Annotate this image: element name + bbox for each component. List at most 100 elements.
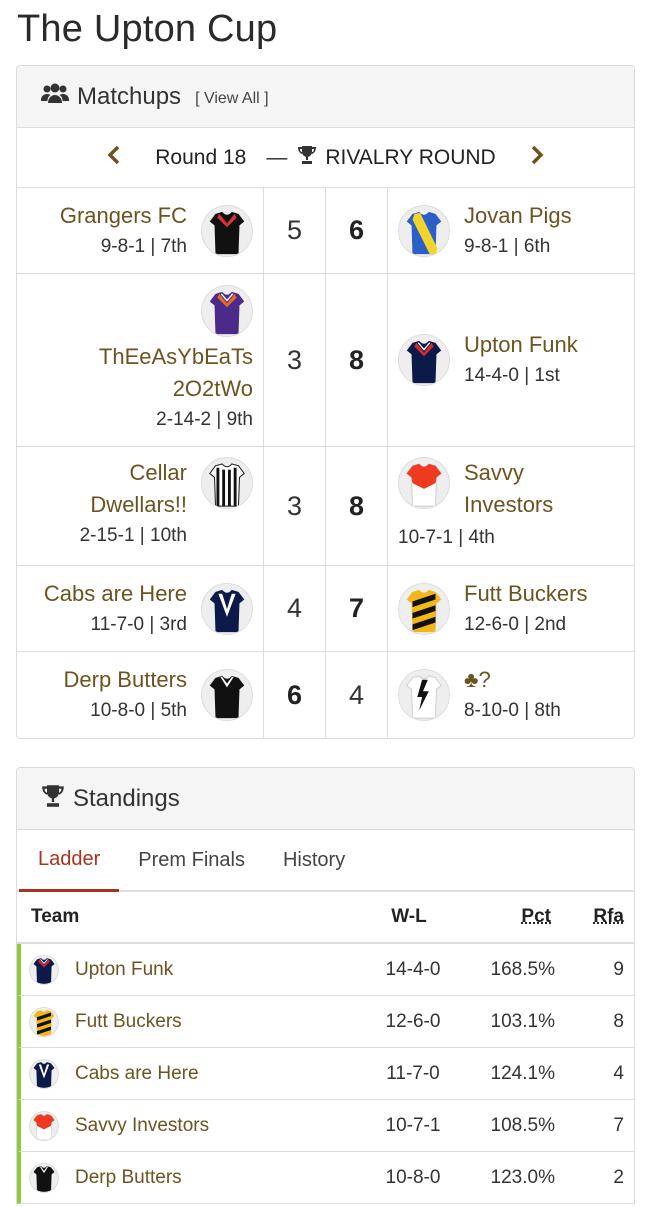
away-team-record: 12-6-0 | 2nd xyxy=(464,610,587,640)
home-team[interactable]: Cellar Dwellars!! 2-15-1 | 10th xyxy=(17,447,264,565)
guernsey-icon xyxy=(29,955,59,985)
away-team-record: 9-8-1 | 6th xyxy=(464,232,572,262)
round-name: RIVALRY ROUND xyxy=(325,146,495,170)
home-score: 4 xyxy=(264,566,326,651)
ladder-wl: 10-8-0 xyxy=(361,1167,465,1189)
ladder-team-cell[interactable]: Derp Butters xyxy=(21,1163,361,1193)
column-wl[interactable]: W-L xyxy=(357,906,461,928)
away-team-name[interactable]: ♣? xyxy=(464,664,561,696)
home-score: 5 xyxy=(264,188,326,273)
guernsey-icon xyxy=(29,1111,59,1141)
standings-header: Standings xyxy=(17,768,634,830)
ladder-team-name[interactable]: Futt Buckers xyxy=(75,1011,182,1033)
matchups-panel: Matchups [ View All ] Round 18 — RIVALRY… xyxy=(16,65,635,739)
column-team[interactable]: Team xyxy=(17,906,357,928)
ladder-wl: 14-4-0 xyxy=(361,959,465,981)
round-label: Round 18 xyxy=(155,146,246,170)
view-all-link[interactable]: [ View All ] xyxy=(195,90,269,108)
guernsey-icon xyxy=(398,205,450,257)
home-score: 6 xyxy=(264,652,326,738)
home-team-name[interactable]: ThEeAsYbEaTs 2O2tWo xyxy=(73,341,253,405)
ladder-rfa: 9 xyxy=(569,959,634,981)
ladder-wl: 12-6-0 xyxy=(361,1011,465,1033)
matchups-header: Matchups [ View All ] xyxy=(17,66,634,128)
ladder-rfa: 4 xyxy=(569,1063,634,1085)
away-team[interactable]: ♣? 8-10-0 | 8th xyxy=(388,652,634,738)
home-team[interactable]: Derp Butters 10-8-0 | 5th xyxy=(17,652,264,738)
ladder-wl: 11-7-0 xyxy=(361,1063,465,1085)
ladder-wl: 10-7-1 xyxy=(361,1115,465,1137)
home-team-name[interactable]: Grangers FC xyxy=(60,200,187,232)
matchup-row[interactable]: Derp Butters 10-8-0 | 5th 6 4 ♣? 8-10-0 … xyxy=(17,652,634,738)
matchup-row[interactable]: ThEeAsYbEaTs 2O2tWo 2-14-2 | 9th 3 8 Upt… xyxy=(17,274,634,447)
away-team-name[interactable]: Upton Funk xyxy=(464,329,578,361)
home-score: 3 xyxy=(264,274,326,446)
ladder-team-cell[interactable]: Futt Buckers xyxy=(21,1007,361,1037)
matchup-row[interactable]: Grangers FC 9-8-1 | 7th 5 6 Jovan Pigs 9… xyxy=(17,188,634,274)
table-row[interactable]: Futt Buckers 12-6-0 103.1% 8 xyxy=(17,996,634,1048)
column-pct[interactable]: Pct xyxy=(461,906,565,928)
ladder-rfa: 7 xyxy=(569,1115,634,1137)
home-team[interactable]: Grangers FC 9-8-1 | 7th xyxy=(17,188,264,273)
away-team[interactable]: Futt Buckers 12-6-0 | 2nd xyxy=(388,566,634,651)
away-team-name[interactable]: Futt Buckers xyxy=(464,578,587,610)
guernsey-icon xyxy=(201,583,253,635)
trophy-icon xyxy=(41,784,65,813)
guernsey-icon xyxy=(29,1163,59,1193)
ladder-team-name[interactable]: Upton Funk xyxy=(75,959,173,981)
table-row[interactable]: Upton Funk 14-4-0 168.5% 9 xyxy=(17,944,634,996)
guernsey-icon xyxy=(398,334,450,386)
ladder-pct: 168.5% xyxy=(465,959,569,981)
home-team-record: 2-14-2 | 9th xyxy=(73,405,253,435)
trophy-icon xyxy=(297,145,317,171)
tab-ladder[interactable]: Ladder xyxy=(19,830,119,892)
chevron-right-icon[interactable] xyxy=(516,144,558,172)
home-team-name[interactable]: Derp Butters xyxy=(64,664,188,696)
away-score: 4 xyxy=(326,652,388,738)
guernsey-icon xyxy=(29,1007,59,1037)
table-row[interactable]: Cabs are Here 11-7-0 124.1% 4 xyxy=(17,1048,634,1100)
column-rfa[interactable]: Rfa xyxy=(565,906,634,928)
tab-history[interactable]: History xyxy=(264,830,364,890)
home-team-name[interactable]: Cellar Dwellars!! xyxy=(67,457,187,521)
round-navigator: Round 18 — RIVALRY ROUND xyxy=(17,128,634,188)
home-team-record: 2-15-1 | 10th xyxy=(67,521,187,551)
home-team[interactable]: Cabs are Here 11-7-0 | 3rd xyxy=(17,566,264,651)
home-team-record: 11-7-0 | 3rd xyxy=(44,610,187,640)
table-row[interactable]: Derp Butters 10-8-0 123.0% 2 xyxy=(17,1152,634,1204)
away-score: 8 xyxy=(326,274,388,446)
away-team-record: 10-7-1 | 4th xyxy=(398,523,495,553)
standings-tabs: Ladder Prem Finals History xyxy=(17,830,634,892)
ladder-pct: 108.5% xyxy=(465,1115,569,1137)
away-team[interactable]: Upton Funk 14-4-0 | 1st xyxy=(388,274,634,446)
ladder-team-cell[interactable]: Upton Funk xyxy=(21,955,361,985)
table-row[interactable]: Savvy Investors 10-7-1 108.5% 7 xyxy=(17,1100,634,1152)
matchup-row[interactable]: Cabs are Here 11-7-0 | 3rd 4 7 Futt Buck… xyxy=(17,566,634,652)
home-team-name[interactable]: Cabs are Here xyxy=(44,578,187,610)
tab-prem-finals[interactable]: Prem Finals xyxy=(119,830,264,890)
away-team-name[interactable]: Savvy Investors xyxy=(464,457,604,521)
home-team[interactable]: ThEeAsYbEaTs 2O2tWo 2-14-2 | 9th xyxy=(17,274,264,446)
away-team-name[interactable]: Jovan Pigs xyxy=(464,200,572,232)
round-separator: — xyxy=(266,146,287,170)
matchup-row[interactable]: Cellar Dwellars!! 2-15-1 | 10th 3 8 Savv… xyxy=(17,447,634,566)
ladder-team-cell[interactable]: Savvy Investors xyxy=(21,1111,361,1141)
page-title: The Upton Cup xyxy=(17,8,277,51)
guernsey-icon xyxy=(398,669,450,721)
ladder-team-name[interactable]: Cabs are Here xyxy=(75,1063,199,1085)
standings-panel: Standings Ladder Prem Finals History Tea… xyxy=(16,767,635,1207)
ladder-team-cell[interactable]: Cabs are Here xyxy=(21,1059,361,1089)
ladder-pct: 124.1% xyxy=(465,1063,569,1085)
away-team[interactable]: Jovan Pigs 9-8-1 | 6th xyxy=(388,188,634,273)
away-team-record: 14-4-0 | 1st xyxy=(464,361,578,391)
ladder-team-name[interactable]: Derp Butters xyxy=(75,1167,182,1189)
ladder-team-name[interactable]: Savvy Investors xyxy=(75,1115,209,1137)
chevron-left-icon[interactable] xyxy=(93,144,135,172)
ladder-pct: 123.0% xyxy=(465,1167,569,1189)
away-team[interactable]: Savvy Investors 10-7-1 | 4th xyxy=(388,447,634,565)
away-score: 8 xyxy=(326,447,388,565)
away-team-record: 8-10-0 | 8th xyxy=(464,696,561,726)
home-score: 3 xyxy=(264,447,326,565)
guernsey-icon xyxy=(201,457,253,509)
guernsey-icon xyxy=(201,205,253,257)
